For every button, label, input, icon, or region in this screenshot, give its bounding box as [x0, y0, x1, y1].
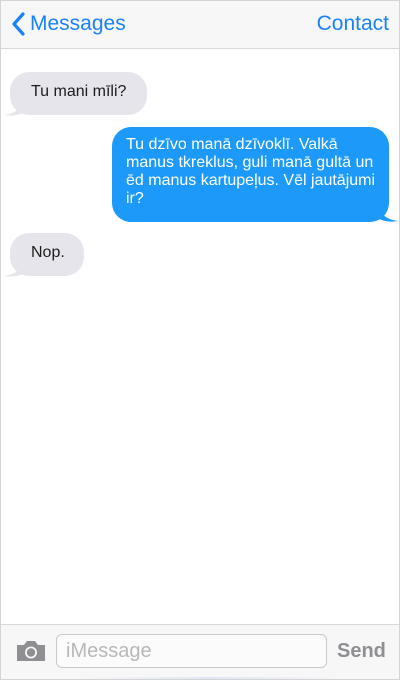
camera-icon[interactable] [15, 639, 47, 668]
navigation-bar: Messages Contact [1, 1, 399, 49]
home-indicator-glow [81, 677, 341, 679]
chevron-left-icon [11, 12, 25, 36]
back-button[interactable]: Messages [11, 11, 126, 37]
send-button[interactable]: Send [337, 640, 386, 662]
contact-button[interactable]: Contact [317, 11, 389, 37]
message-bubble-outgoing: Tu dzīvo manā dzīvoklī. Valkā manus tkre… [112, 127, 389, 222]
messages-screen: Messages Contact Tu mani mīli? Tu dzīvo … [0, 0, 400, 680]
message-input[interactable] [56, 634, 327, 668]
compose-bar: Send [1, 624, 399, 679]
back-button-label: Messages [30, 12, 126, 35]
message-bubble-incoming: Nop. [10, 233, 84, 276]
message-bubble-incoming: Tu mani mīli? [10, 72, 147, 115]
